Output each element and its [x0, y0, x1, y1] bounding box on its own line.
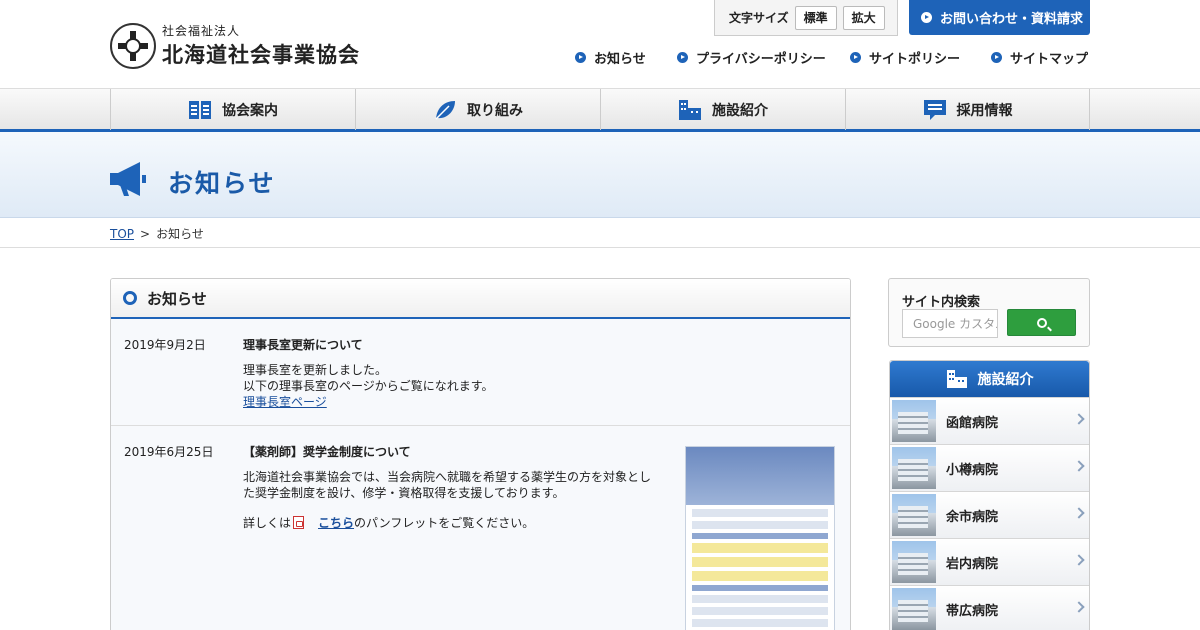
chevron-right-icon	[1073, 601, 1085, 613]
utility-link-privacy[interactable]: プライバシーポリシー	[677, 48, 826, 67]
facility-photo	[892, 588, 936, 630]
chevron-right-icon	[1073, 554, 1085, 566]
facility-photo	[892, 447, 936, 489]
news-panel: お知らせ 2019年9月2日 理事長室更新について 理事長室を更新しました。 以…	[110, 278, 851, 630]
news-title: 【薬剤師】奨学金制度について	[243, 445, 411, 459]
breadcrumb-current: お知らせ	[156, 227, 204, 241]
chevron-right-icon	[1073, 413, 1085, 425]
news-date: 2019年6月25日	[124, 445, 214, 459]
nav-item-initiatives[interactable]: 取り組み	[355, 89, 600, 130]
nav-item-recruit[interactable]: 採用情報	[845, 89, 1090, 130]
facility-photo	[892, 494, 936, 536]
arrow-circle-icon	[677, 52, 688, 63]
news-item: 2019年9月2日 理事長室更新について 理事長室を更新しました。 以下の理事長…	[111, 319, 850, 426]
pdf-icon	[293, 516, 305, 529]
building-icon	[946, 370, 967, 388]
site-search-label: サイト内検索	[902, 295, 981, 310]
arrow-circle-icon	[991, 52, 1002, 63]
news-body: 北海道社会事業協会では、当会病院へ就職を希望する薬学生の方を対象とし た奨学金制…	[243, 470, 652, 530]
site-search-input[interactable]: Google カスタム検索	[902, 309, 998, 338]
contact-request-button[interactable]: お問い合わせ・資料請求	[909, 0, 1090, 35]
news-item: 2019年6月25日 【薬剤師】奨学金制度について 北海道社会事業協会では、当会…	[111, 426, 850, 630]
facility-item-obihiro[interactable]: 帯広病院	[890, 585, 1089, 630]
nav-item-facilities[interactable]: 施設紹介	[600, 89, 845, 130]
font-size-large-button[interactable]: 拡大	[842, 5, 885, 30]
global-navigation: 協会案内 取り組み 施設紹介 採用情報	[0, 88, 1200, 132]
font-size-label: 文字サイズ	[729, 11, 789, 25]
facility-item-yoichi[interactable]: 余市病院	[890, 491, 1089, 538]
chairman-page-link[interactable]: 理事長室ページ	[243, 395, 327, 409]
nav-item-about[interactable]: 協会案内	[110, 89, 355, 130]
news-body: 理事長室を更新しました。 以下の理事長室のページからご覧になれます。 理事長室ペ…	[243, 363, 494, 409]
facility-item-otaru[interactable]: 小樽病院	[890, 444, 1089, 491]
facility-photo	[892, 541, 936, 583]
breadcrumb-divider	[0, 247, 1200, 248]
breadcrumb: TOP > お知らせ	[110, 225, 204, 242]
news-date: 2019年9月2日	[124, 338, 206, 352]
news-panel-title: お知らせ	[147, 289, 207, 308]
breadcrumb-separator: >	[140, 226, 151, 241]
arrow-circle-icon	[850, 52, 861, 63]
ring-bullet-icon	[123, 291, 137, 305]
leaf-icon	[435, 100, 455, 120]
facility-item-hakodate[interactable]: 函館病院	[890, 397, 1089, 444]
utility-link-news[interactable]: お知らせ	[575, 48, 646, 67]
breadcrumb-top-link[interactable]: TOP	[110, 227, 134, 241]
contact-request-label: お問い合わせ・資料請求	[940, 12, 1084, 27]
pamphlet-thumbnail[interactable]	[685, 446, 835, 630]
facility-photo	[892, 400, 936, 442]
utility-link-sitemap[interactable]: サイトマップ	[991, 48, 1088, 67]
megaphone-icon	[110, 162, 146, 196]
chevron-right-icon	[1073, 507, 1085, 519]
site-search-panel: サイト内検索 Google カスタム検索	[888, 278, 1090, 347]
facilities-panel: 施設紹介 函館病院 小樽病院 余市病院 岩内病院 帯広病院	[889, 360, 1090, 630]
logo-subtitle: 社会福祉法人	[162, 24, 241, 38]
book-icon	[189, 100, 211, 119]
site-search-button[interactable]	[1007, 309, 1076, 336]
news-title: 理事長室更新について	[243, 338, 363, 352]
speech-bubble-icon	[923, 99, 946, 120]
pamphlet-pdf-link[interactable]: こちら	[318, 516, 354, 530]
utility-link-site-policy[interactable]: サイトポリシー	[850, 48, 960, 67]
arrow-circle-icon	[921, 12, 932, 23]
arrow-circle-icon	[575, 52, 586, 63]
site-header: 社会福祉法人 北海道社会事業協会 文字サイズ 標準 拡大 お問い合わせ・資料請求…	[0, 0, 1200, 88]
facility-item-iwanai[interactable]: 岩内病院	[890, 538, 1089, 585]
chevron-right-icon	[1073, 460, 1085, 472]
page-title: お知らせ	[168, 169, 276, 198]
facilities-panel-header: 施設紹介	[890, 361, 1089, 397]
font-size-switcher: 文字サイズ 標準 拡大	[714, 0, 898, 36]
building-icon	[679, 99, 701, 120]
utility-links: お知らせ プライバシーポリシー サイトポリシー サイトマップ	[0, 48, 1200, 68]
news-panel-header: お知らせ	[111, 279, 850, 319]
search-icon	[1036, 317, 1047, 328]
font-size-standard-button[interactable]: 標準	[794, 5, 837, 30]
